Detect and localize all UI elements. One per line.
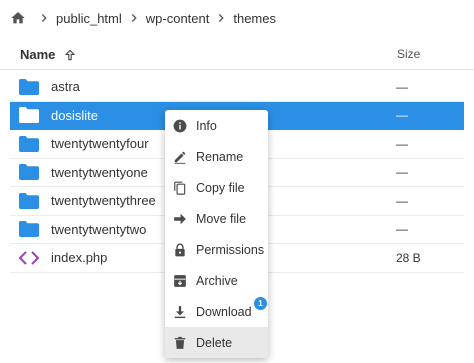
column-header-size[interactable]: Size — [397, 47, 420, 61]
menu-item-permissions[interactable]: Permissions — [165, 234, 268, 265]
menu-item-copy-file[interactable]: Copy file — [165, 172, 268, 203]
menu-item-label: Delete — [196, 335, 233, 350]
chevron-right-icon — [131, 14, 137, 22]
info-icon — [173, 119, 187, 132]
breadcrumb: public_html wp-content themes — [10, 8, 276, 28]
folder-icon — [19, 78, 39, 95]
menu-item-label: Move file — [196, 211, 247, 226]
lock-icon — [175, 243, 185, 256]
menu-item-label: Info — [196, 118, 217, 133]
file-size: — — [396, 108, 408, 123]
archive-icon — [174, 274, 186, 287]
menu-item-move-file[interactable]: Move file — [165, 203, 268, 234]
table-row[interactable]: astra — — [10, 73, 464, 102]
file-name: twentytwentytwo — [51, 221, 147, 237]
file-name: dosislite — [51, 107, 98, 123]
menu-item-label: Copy file — [196, 180, 245, 195]
file-size: — — [396, 165, 408, 180]
arrow-right-icon — [174, 213, 186, 224]
column-header-name-label: Name — [20, 47, 56, 62]
menu-item-info[interactable]: Info — [165, 110, 268, 141]
sort-arrow-up-icon — [65, 49, 76, 60]
folder-icon — [19, 192, 39, 209]
folder-icon — [19, 135, 39, 152]
chevron-right-icon — [41, 14, 47, 22]
pencil-icon — [174, 151, 186, 164]
column-header-name[interactable]: Name — [20, 47, 77, 62]
file-size: — — [396, 79, 408, 94]
folder-icon — [19, 221, 39, 238]
notification-badge: 1 — [254, 297, 267, 310]
breadcrumb-item-wp-content[interactable]: wp-content — [146, 11, 210, 26]
breadcrumb-item-themes[interactable]: themes — [233, 11, 276, 26]
file-size: 28 B — [396, 250, 421, 265]
file-name: twentytwentyfour — [51, 136, 149, 152]
file-name: twentytwentyone — [51, 164, 148, 180]
menu-item-download[interactable]: Download 1 — [165, 296, 268, 327]
folder-icon — [19, 107, 39, 124]
home-icon[interactable] — [10, 10, 26, 26]
chevron-right-icon — [219, 14, 225, 22]
menu-item-label: Rename — [196, 149, 244, 164]
menu-item-delete[interactable]: Delete — [165, 327, 268, 358]
trash-icon — [174, 336, 186, 349]
menu-item-label: Download — [196, 304, 252, 319]
breadcrumb-item-public-html[interactable]: public_html — [56, 11, 122, 26]
code-file-icon — [19, 251, 39, 265]
context-menu: Info Rename Copy file Move file Permissi… — [165, 110, 268, 358]
copy-icon — [174, 181, 186, 195]
menu-item-archive[interactable]: Archive — [165, 265, 268, 296]
file-size: — — [396, 222, 408, 237]
file-name: twentytwentythree — [51, 193, 156, 209]
folder-icon — [19, 164, 39, 181]
file-manager-panel: public_html wp-content themes Name Size … — [0, 0, 474, 363]
menu-item-rename[interactable]: Rename — [165, 141, 268, 172]
file-name: index.php — [51, 250, 108, 266]
menu-item-label: Archive — [196, 273, 238, 288]
file-size: — — [396, 136, 408, 151]
table-header: Name Size — [0, 40, 474, 70]
file-name: astra — [51, 79, 80, 95]
file-size: — — [396, 193, 408, 208]
menu-item-label: Permissions — [196, 242, 265, 257]
download-icon — [174, 305, 186, 318]
